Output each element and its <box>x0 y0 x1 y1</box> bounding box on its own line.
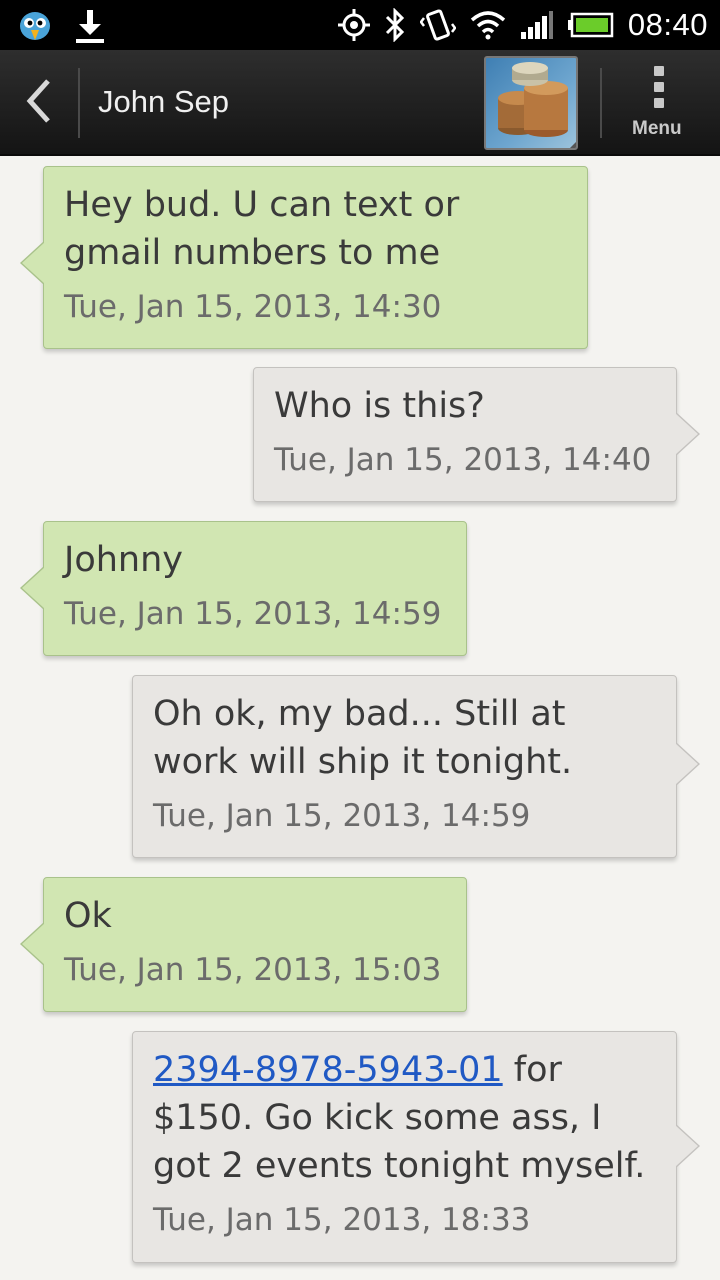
status-bar: 08:40 <box>0 0 720 50</box>
status-time: 08:40 <box>627 7 708 42</box>
header-divider <box>600 68 602 138</box>
outgoing-message[interactable]: Who is this? Tue, Jan 15, 2013, 14:40 <box>253 367 700 502</box>
overflow-menu-icon <box>654 66 664 108</box>
bird-notification-icon <box>18 6 52 46</box>
message-text: Who is this? <box>274 386 485 426</box>
message-timestamp: Tue, Jan 15, 2013, 14:59 <box>153 798 531 834</box>
conversation-header: John Sep Menu <box>0 50 720 156</box>
message-timestamp: Tue, Jan 15, 2013, 18:33 <box>153 1202 531 1238</box>
battery-icon <box>567 5 614 45</box>
gps-icon <box>337 5 370 45</box>
card-number-link[interactable]: 2394-8978-5943-01 <box>153 1050 503 1090</box>
incoming-message[interactable]: Ok Tue, Jan 15, 2013, 15:03 <box>20 877 467 1012</box>
download-icon <box>74 6 106 46</box>
message-text: Oh ok, my bad... Still at work will ship… <box>153 694 573 782</box>
outgoing-message[interactable]: Oh ok, my bad... Still at work will ship… <box>132 675 700 858</box>
message-text: Ok <box>64 896 112 936</box>
incoming-message[interactable]: Hey bud. U can text or gmail numbers to … <box>20 166 588 349</box>
outgoing-message[interactable]: 2394-8978-5943-01 for $150. Go kick some… <box>132 1031 700 1263</box>
wifi-icon <box>470 5 506 45</box>
message-timestamp: Tue, Jan 15, 2013, 14:59 <box>64 596 442 632</box>
bluetooth-icon <box>384 5 406 45</box>
back-button[interactable] <box>0 50 78 156</box>
vibrate-icon <box>419 5 456 45</box>
menu-label: Menu <box>632 118 682 139</box>
header-divider <box>78 68 80 138</box>
contact-name: John Sep <box>98 84 229 119</box>
chevron-left-icon <box>24 77 54 129</box>
menu-button[interactable]: Menu <box>622 50 700 156</box>
incoming-message[interactable]: Johnny Tue, Jan 15, 2013, 14:59 <box>20 521 467 656</box>
message-text: Hey bud. U can text or gmail numbers to … <box>64 185 460 273</box>
contact-avatar[interactable] <box>484 56 578 150</box>
message-text: Johnny <box>64 540 183 580</box>
message-timestamp: Tue, Jan 15, 2013, 14:30 <box>64 289 442 325</box>
signal-icon <box>520 5 554 45</box>
message-thread[interactable]: Hey bud. U can text or gmail numbers to … <box>0 156 720 1280</box>
message-text: 2394-8978-5943-01 for $150. Go kick some… <box>153 1050 646 1186</box>
message-timestamp: Tue, Jan 15, 2013, 15:03 <box>64 952 442 988</box>
message-timestamp: Tue, Jan 15, 2013, 14:40 <box>274 442 652 478</box>
